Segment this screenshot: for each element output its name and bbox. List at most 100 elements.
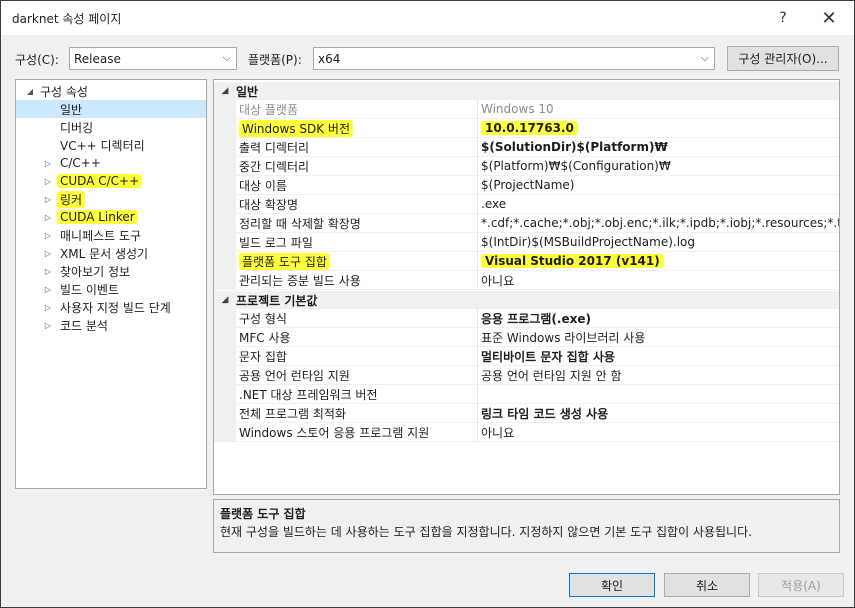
cancel-button[interactable]: 취소 <box>664 573 750 597</box>
prop-row-clr-support[interactable]: 공용 언어 런타임 지원 공용 언어 런타임 지원 안 함 <box>214 366 839 385</box>
configuration-manager-button[interactable]: 구성 관리자(O)... <box>727 46 839 71</box>
prop-row-output-directory[interactable]: 출력 디렉터리 $(SolutionDir)$(Platform)₩ <box>214 138 839 157</box>
description-title: 플랫폼 도구 집합 <box>220 507 306 521</box>
prop-name-text: 플랫폼 도구 집합 <box>239 252 330 270</box>
prop-value[interactable]: .exe <box>477 195 839 214</box>
prop-name: 공용 언어 런타임 지원 <box>236 366 477 385</box>
property-tree[interactable]: ◢ 구성 속성 일반 디버깅 VC++ 디렉터리 ▷ C/C++ ▷ CUDA … <box>15 79 207 489</box>
collapsed-triangle-icon[interactable]: ▷ <box>42 195 54 204</box>
configuration-select[interactable]: Release ⌵ <box>69 47 237 70</box>
prop-row-whole-program-optimization[interactable]: 전체 프로그램 최적화 링크 타임 코드 생성 사용 <box>214 404 839 423</box>
collapsed-triangle-icon[interactable]: ▷ <box>42 231 54 240</box>
tree-item-build-events[interactable]: ▷ 빌드 이벤트 <box>42 280 119 298</box>
prop-row-character-set[interactable]: 문자 집합 멀티바이트 문자 집합 사용 <box>214 347 839 366</box>
prop-value[interactable]: 아니요 <box>477 271 839 290</box>
category-label: 프로젝트 기본값 <box>236 293 318 308</box>
prop-value[interactable]: 10.0.17763.0 <box>477 119 839 138</box>
prop-row-target-name[interactable]: 대상 이름 $(ProjectName) <box>214 176 839 195</box>
description-panel: 플랫폼 도구 집합 현재 구성을 빌드하는 데 사용하는 도구 집합을 지정합니… <box>213 499 840 553</box>
ok-button[interactable]: 확인 <box>569 573 655 597</box>
title-bar: darknet 속성 페이지 ? ✕ <box>1 1 854 35</box>
prop-row-target-extension[interactable]: 대상 확장명 .exe <box>214 195 839 214</box>
tree-item-label: 디버깅 <box>60 120 94 135</box>
tree-root-label: 구성 속성 <box>40 84 88 99</box>
prop-value[interactable]: $(Platform)₩$(Configuration)₩ <box>477 157 839 176</box>
expanded-triangle-icon[interactable]: ◢ <box>214 86 236 96</box>
category-label: 일반 <box>236 84 259 99</box>
prop-row-extensions-to-delete[interactable]: 정리할 때 삭제할 확장명 *.cdf;*.cache;*.obj;*.obj.… <box>214 214 839 233</box>
tree-item-browse-information[interactable]: ▷ 찾아보기 정보 <box>42 262 130 280</box>
platform-select[interactable]: x64 ⌵ <box>313 47 715 70</box>
prop-value[interactable]: 응용 프로그램(.exe) <box>477 309 839 328</box>
collapsed-triangle-icon[interactable]: ▷ <box>42 177 54 186</box>
property-grid[interactable]: ◢ 일반 대상 플랫폼 Windows 10 Windows SDK 버전 10… <box>213 79 840 495</box>
prop-row-configuration-type[interactable]: 구성 형식 응용 프로그램(.exe) <box>214 309 839 328</box>
prop-value[interactable]: *.cdf;*.cache;*.obj;*.obj.enc;*.ilk;*.ip… <box>477 214 839 233</box>
apply-button[interactable]: 적용(A) <box>758 573 844 597</box>
tree-item-vc-directories[interactable]: VC++ 디렉터리 <box>60 136 145 154</box>
prop-row-windows-sdk-version[interactable]: Windows SDK 버전 10.0.17763.0 <box>214 119 839 138</box>
tree-item-label: C/C++ <box>60 156 101 170</box>
tree-item-xml-doc-generator[interactable]: ▷ XML 문서 생성기 <box>42 244 148 262</box>
window-title: darknet 속성 페이지 <box>12 12 122 26</box>
tree-item-manifest-tool[interactable]: ▷ 매니페스트 도구 <box>42 226 141 244</box>
collapsed-triangle-icon[interactable]: ▷ <box>42 285 54 294</box>
tree-item-code-analysis[interactable]: ▷ 코드 분석 <box>42 316 108 334</box>
collapsed-triangle-icon[interactable]: ▷ <box>42 303 54 312</box>
collapsed-triangle-icon[interactable]: ▷ <box>42 267 54 276</box>
tree-root-configuration-properties[interactable]: ◢ 구성 속성 <box>24 82 88 100</box>
prop-row-use-mfc[interactable]: MFC 사용 표준 Windows 라이브러리 사용 <box>214 328 839 347</box>
configuration-label: 구성(C): <box>15 53 59 67</box>
prop-row-windows-store-app-support[interactable]: Windows 스토어 응용 프로그램 지원 아니요 <box>214 423 839 442</box>
prop-value[interactable]: Visual Studio 2017 (v141) <box>477 252 839 271</box>
prop-name: Windows 스토어 응용 프로그램 지원 <box>236 423 477 442</box>
prop-row-target-platform[interactable]: 대상 플랫폼 Windows 10 <box>214 100 839 119</box>
tree-item-label: VC++ 디렉터리 <box>60 138 145 153</box>
prop-name: 대상 플랫폼 <box>236 100 477 119</box>
tree-item-label: XML 문서 생성기 <box>60 246 149 261</box>
tree-item-label: CUDA C/C++ <box>57 174 143 188</box>
prop-row-platform-toolset[interactable]: 플랫폼 도구 집합 Visual Studio 2017 (v141) <box>214 252 839 271</box>
prop-name: .NET 대상 프레임워크 버전 <box>236 385 477 404</box>
tree-item-label: 링커 <box>57 190 86 208</box>
prop-name: 문자 집합 <box>236 347 477 366</box>
prop-value[interactable] <box>477 385 839 404</box>
close-button[interactable]: ✕ <box>807 1 851 35</box>
prop-value[interactable]: 공용 언어 런타임 지원 안 함 <box>477 366 839 385</box>
tree-item-general[interactable]: 일반 <box>16 100 206 118</box>
prop-name: 구성 형식 <box>236 309 477 328</box>
configuration-value: Release <box>74 51 121 66</box>
tree-item-c-cpp[interactable]: ▷ C/C++ <box>42 154 101 172</box>
collapsed-triangle-icon[interactable]: ▷ <box>42 249 54 258</box>
prop-value[interactable]: 표준 Windows 라이브러리 사용 <box>477 328 839 347</box>
expanded-triangle-icon[interactable]: ◢ <box>214 295 236 305</box>
collapsed-triangle-icon[interactable]: ▷ <box>42 159 54 168</box>
tree-item-debugging[interactable]: 디버깅 <box>60 118 93 136</box>
tree-item-custom-build-step[interactable]: ▷ 사용자 지정 빌드 단계 <box>42 298 171 316</box>
category-project-defaults[interactable]: ◢ 프로젝트 기본값 <box>214 291 839 309</box>
prop-value[interactable]: $(IntDir)$(MSBuildProjectName).log <box>477 233 839 252</box>
prop-name-text: Windows SDK 버전 <box>239 119 354 137</box>
chevron-down-icon: ⌵ <box>700 51 709 64</box>
prop-name: 출력 디렉터리 <box>236 138 477 157</box>
tree-item-cuda-c-cpp[interactable]: ▷ CUDA C/C++ <box>42 172 143 190</box>
prop-row-managed-incremental-build[interactable]: 관리되는 증분 빌드 사용 아니요 <box>214 271 839 290</box>
help-button[interactable]: ? <box>761 1 805 35</box>
collapsed-triangle-icon[interactable]: ▷ <box>42 321 54 330</box>
prop-name: 대상 이름 <box>236 176 477 195</box>
prop-row-build-log-file[interactable]: 빌드 로그 파일 $(IntDir)$(MSBuildProjectName).… <box>214 233 839 252</box>
tree-item-linker[interactable]: ▷ 링커 <box>42 190 86 208</box>
prop-name: MFC 사용 <box>236 328 477 347</box>
prop-value[interactable]: 링크 타임 코드 생성 사용 <box>477 404 839 423</box>
prop-value[interactable]: $(SolutionDir)$(Platform)₩ <box>477 138 839 157</box>
tree-item-cuda-linker[interactable]: ▷ CUDA Linker <box>42 208 138 226</box>
collapsed-triangle-icon[interactable]: ▷ <box>42 213 54 222</box>
property-pages-dialog: darknet 속성 페이지 ? ✕ 구성(C): Release ⌵ 플랫폼(… <box>0 0 855 608</box>
prop-row-intermediate-directory[interactable]: 중간 디렉터리 $(Platform)₩$(Configuration)₩ <box>214 157 839 176</box>
prop-row-net-target-framework[interactable]: .NET 대상 프레임워크 버전 <box>214 385 839 404</box>
prop-value[interactable]: 멀티바이트 문자 집합 사용 <box>477 347 839 366</box>
prop-value[interactable]: 아니요 <box>477 423 839 442</box>
prop-value[interactable]: $(ProjectName) <box>477 176 839 195</box>
expanded-triangle-icon[interactable]: ◢ <box>24 87 36 96</box>
category-general[interactable]: ◢ 일반 <box>214 82 839 100</box>
